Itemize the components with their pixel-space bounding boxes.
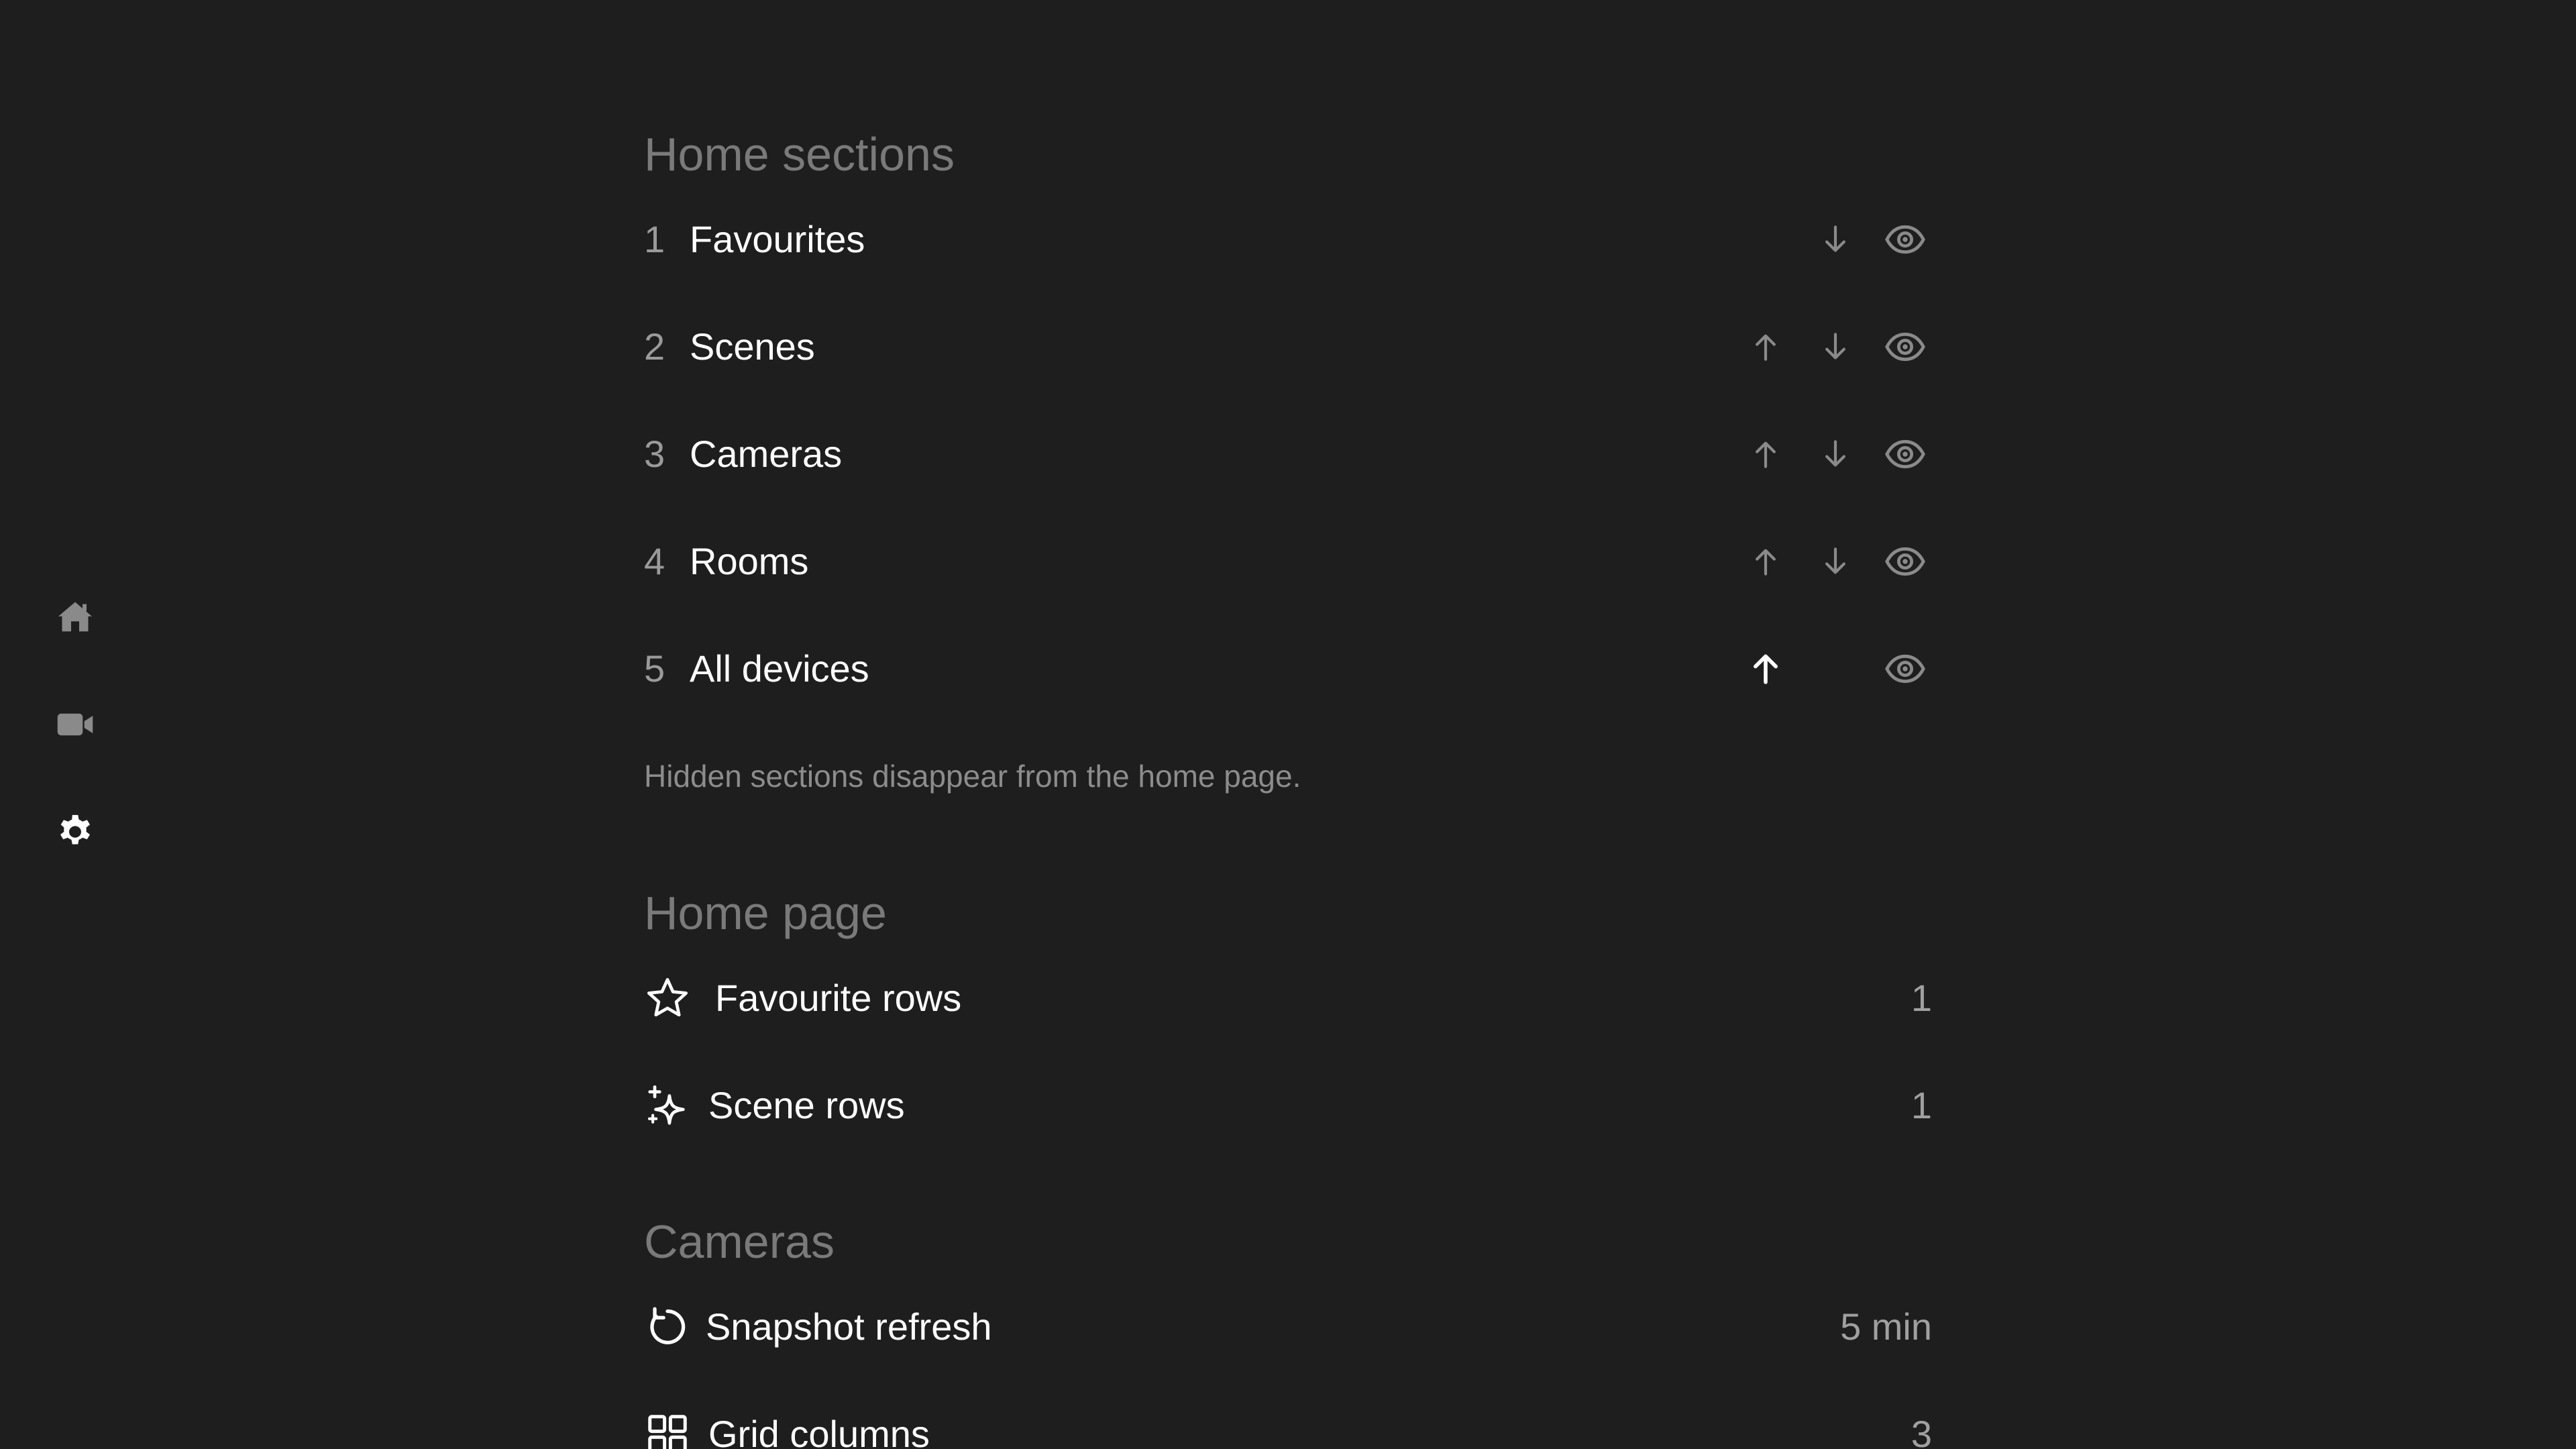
move-up-button[interactable]: [1741, 323, 1790, 371]
arrow-down-icon: [1825, 225, 1845, 252]
toggle-visibility-button[interactable]: [1881, 323, 1929, 371]
eye-icon: [1885, 332, 1925, 362]
toggle-visibility-button[interactable]: [1881, 215, 1929, 264]
favourite-rows-value: 1: [1911, 977, 1932, 1019]
section-label: Rooms: [690, 540, 809, 582]
sidebar-item-cameras[interactable]: [54, 703, 97, 746]
arrow-up-icon: [1754, 654, 1778, 684]
section-row-favourites: 1 Favourites: [644, 199, 1932, 280]
move-up-button[interactable]: [1741, 537, 1790, 586]
scene-rows-setting[interactable]: Scene rows 1: [644, 1065, 1932, 1146]
gear-icon: [60, 814, 90, 845]
arrow-up-icon: [1756, 334, 1776, 361]
grid-icon: [644, 1411, 691, 1449]
section-label: Scenes: [690, 325, 815, 368]
eye-icon: [1885, 225, 1925, 254]
sparkles-icon: [644, 1082, 691, 1129]
star-icon: [644, 975, 691, 1022]
move-down-button[interactable]: [1811, 537, 1860, 586]
favourite-rows-setting[interactable]: Favourite rows 1: [644, 958, 1932, 1038]
arrow-up-icon: [1756, 441, 1776, 468]
move-up-button[interactable]: [1741, 430, 1790, 478]
sidebar-item-home[interactable]: [54, 596, 97, 639]
section-index: 3: [644, 433, 665, 475]
grid-columns-label: Grid columns: [708, 1413, 930, 1449]
arrow-up-icon: [1756, 549, 1776, 576]
sidebar-item-settings[interactable]: [54, 810, 97, 853]
eye-icon: [1885, 654, 1925, 684]
toggle-visibility-button[interactable]: [1881, 537, 1929, 586]
section-index: 5: [644, 647, 665, 690]
snapshot-refresh-setting[interactable]: Snapshot refresh 5 min: [644, 1287, 1932, 1367]
refresh-icon: [644, 1303, 691, 1350]
eye-icon: [1885, 547, 1925, 576]
scene-rows-label: Scene rows: [708, 1084, 905, 1126]
move-up-button-focused[interactable]: [1741, 645, 1790, 693]
section-label: All devices: [690, 647, 869, 690]
snapshot-refresh-value: 5 min: [1840, 1305, 1932, 1348]
grid-columns-setting[interactable]: Grid columns 3: [644, 1394, 1932, 1449]
app-root: Home sections 1 Favourites 2 Scenes 3 Ca…: [0, 0, 2576, 1449]
hidden-sections-hint: Hidden sections disappear from the home …: [644, 759, 1301, 794]
arrow-down-icon: [1825, 547, 1845, 574]
video-camera-icon: [57, 713, 93, 736]
section-label: Cameras: [690, 433, 843, 475]
home-icon: [58, 602, 92, 632]
toggle-visibility-button[interactable]: [1881, 645, 1929, 693]
arrow-down-icon: [1825, 333, 1845, 360]
snapshot-refresh-label: Snapshot refresh: [706, 1305, 992, 1348]
move-down-button[interactable]: [1811, 323, 1860, 371]
scene-rows-value: 1: [1911, 1084, 1932, 1126]
section-index: 4: [644, 540, 665, 582]
section-row-rooms: 4 Rooms: [644, 521, 1932, 602]
section-row-scenes: 2 Scenes: [644, 307, 1932, 387]
favourite-rows-label: Favourite rows: [715, 977, 962, 1019]
arrow-down-icon: [1825, 440, 1845, 467]
section-label: Favourites: [690, 218, 865, 260]
move-down-button[interactable]: [1811, 215, 1860, 264]
toggle-visibility-button[interactable]: [1881, 430, 1929, 478]
section-row-cameras: 3 Cameras: [644, 414, 1932, 494]
eye-icon: [1885, 439, 1925, 469]
section-row-all-devices: 5 All devices: [644, 629, 1932, 709]
home-page-title: Home page: [644, 887, 887, 939]
move-down-button[interactable]: [1811, 430, 1860, 478]
home-sections-title: Home sections: [644, 128, 955, 180]
section-index: 2: [644, 325, 665, 368]
cameras-title: Cameras: [644, 1216, 835, 1268]
section-index: 1: [644, 218, 665, 260]
grid-columns-value: 3: [1911, 1413, 1932, 1449]
